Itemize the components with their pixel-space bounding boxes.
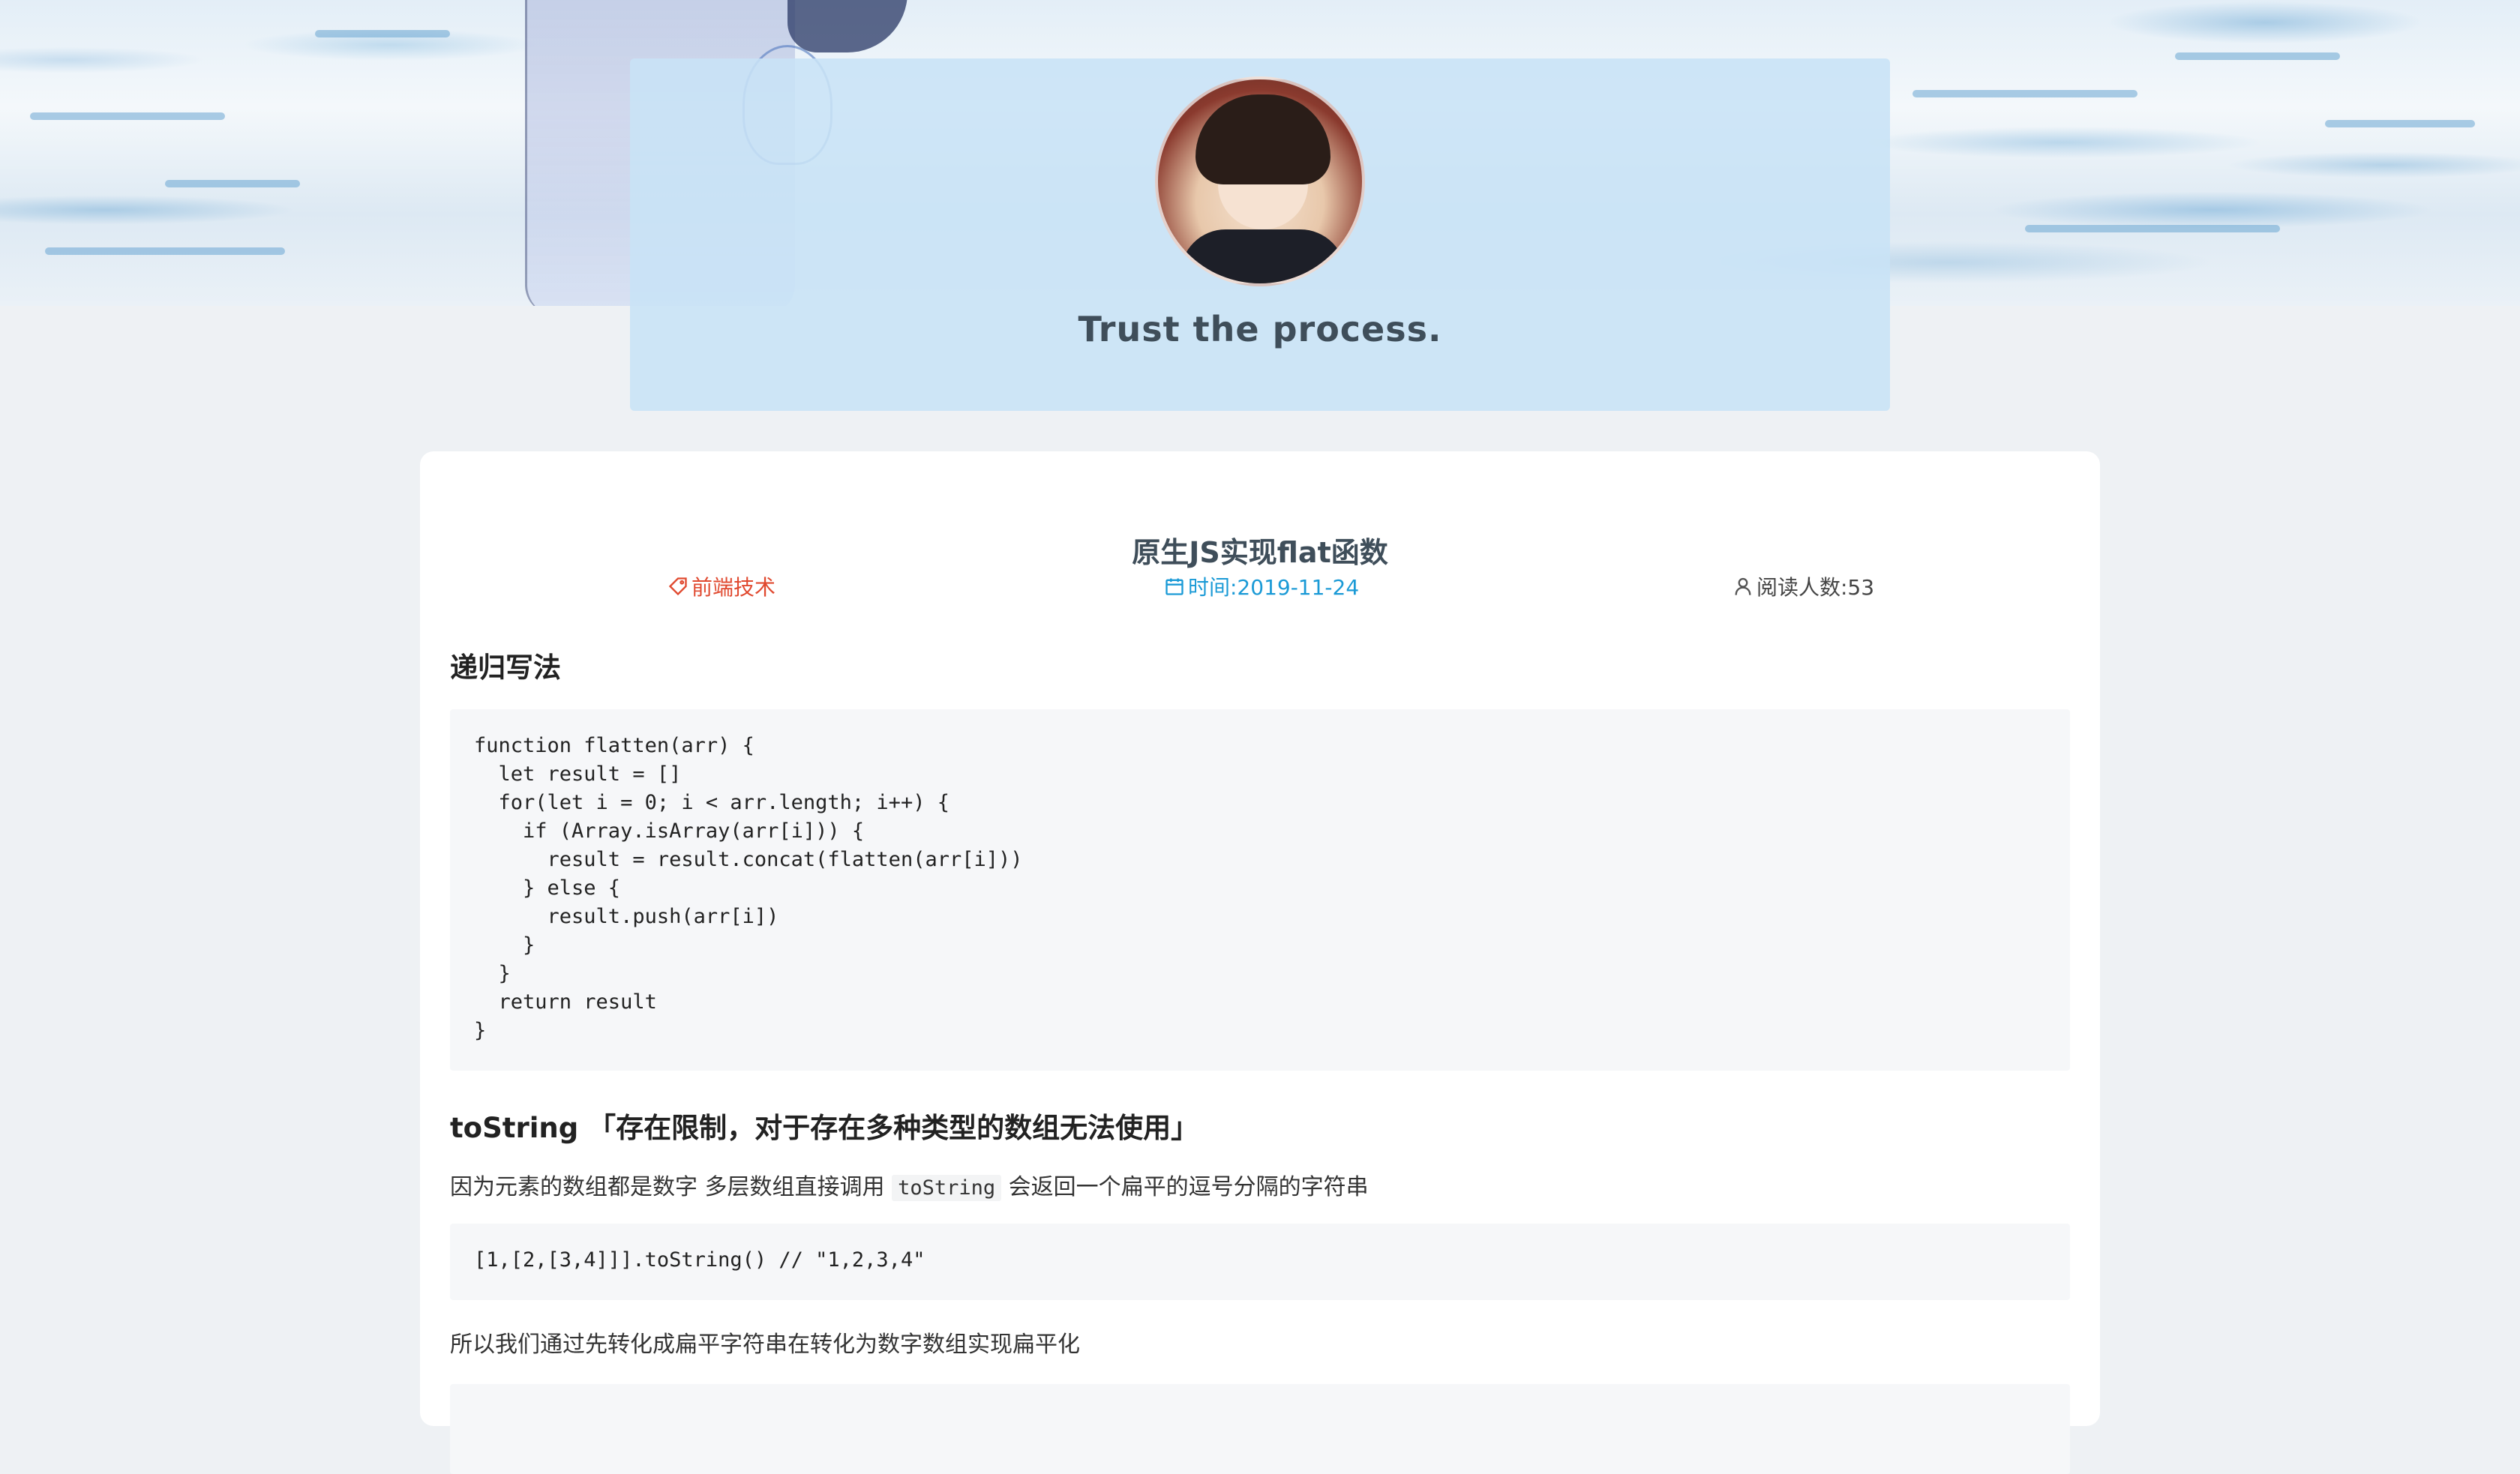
tag-icon [668,577,687,596]
article-title: 原生JS实现flat函数 [1132,536,1388,569]
reads-label: 阅读人数:53 [1756,575,1875,600]
profile-motto: Trust the process. [1078,309,1442,349]
conclusion-paragraph: 所以我们通过先转化成扁平字符串在转化为数字数组实现扁平化 [450,1332,1080,1358]
code-block-tostring: [1,[2,[3,4]]].toString() // "1,2,3,4" [450,1224,2070,1300]
category-label: 前端技术 [692,575,776,600]
calendar-icon [1166,578,1184,595]
article-content: 递归写法 function flatten(arr) { let result … [450,637,2070,1474]
avatar[interactable] [1155,76,1365,286]
user-icon [1735,577,1751,595]
code-block-recursive: function flatten(arr) { let result = [] … [450,709,2070,1071]
tostring-paragraph: 因为元素的数组都是数字 多层数组直接调用 toString 会返回一个扁平的逗号… [450,1174,1369,1201]
article-date: 时间:2019-11-24 [1164,571,1359,601]
article-reads: 阅读人数:53 [1732,571,1874,601]
code-block-next [450,1384,2070,1474]
article-card: 原生JS实现flat函数 前端技术 时间:2019-11-24 阅读人数:53 … [420,451,2100,1474]
article-category[interactable]: 前端技术 [668,571,776,601]
section-heading-tostring: toString 「存在限制，对于存在多种类型的数组无法使用」 [450,1112,1199,1144]
inline-code: toString [892,1175,1002,1201]
section-heading-recursive: 递归写法 [450,652,561,684]
date-label: 时间:2019-11-24 [1188,575,1360,600]
